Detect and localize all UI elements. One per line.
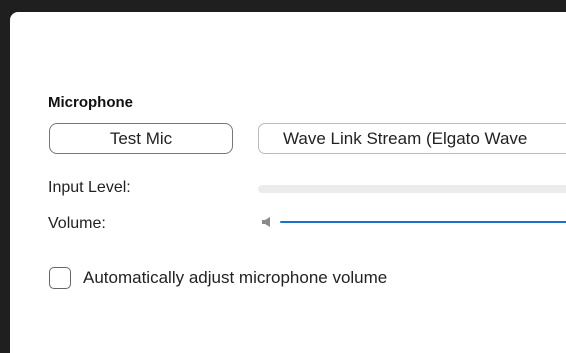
speaker-icon [262,217,270,227]
test-mic-button[interactable]: Test Mic [49,123,233,154]
microphone-device-select[interactable]: Wave Link Stream (Elgato Wave [258,123,566,154]
input-level-label: Input Level: [48,179,131,196]
volume-slider[interactable] [280,221,566,223]
volume-label: Volume: [48,215,106,232]
auto-adjust-checkbox[interactable] [49,267,71,289]
input-level-meter [258,185,566,193]
microphone-device-value: Wave Link Stream (Elgato Wave [283,128,528,148]
settings-panel: Microphone Test Mic Wave Link Stream (El… [10,12,566,353]
auto-adjust-label: Automatically adjust microphone volume [83,268,388,287]
microphone-section-title: Microphone [48,94,133,111]
